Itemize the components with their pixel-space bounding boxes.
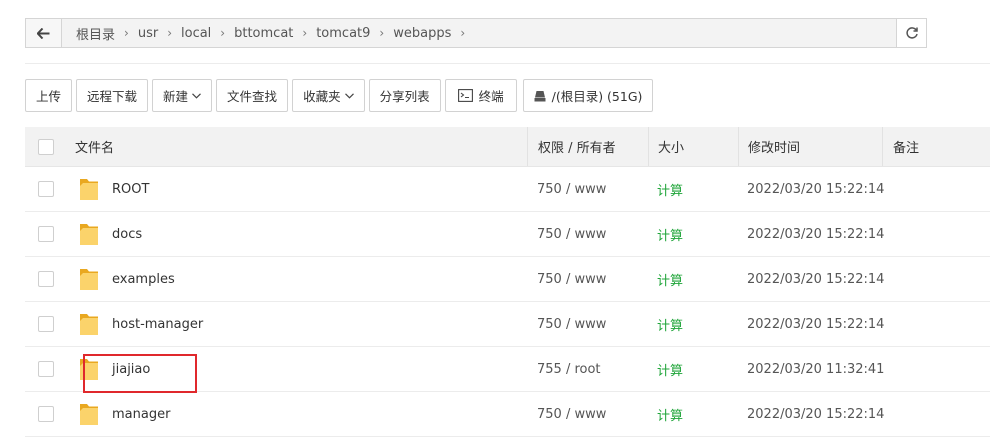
disk-icon xyxy=(534,90,546,102)
checkbox[interactable] xyxy=(38,138,54,155)
back-button[interactable] xyxy=(26,19,62,47)
file-mtime: 2022/03/20 15:22:14 xyxy=(747,271,885,287)
column-divider xyxy=(648,127,649,166)
column-divider xyxy=(738,127,739,166)
folder-icon xyxy=(80,224,98,245)
file-mtime: 2022/03/20 15:22:14 xyxy=(747,181,885,197)
file-permission[interactable]: 750 / www xyxy=(537,257,606,301)
disk-button[interactable]: /(根目录) (51G) xyxy=(522,79,654,112)
file-mtime: 2022/03/20 15:22:14 xyxy=(747,406,885,422)
calculate-size-link[interactable]: 计算 xyxy=(657,257,683,301)
file-mtime: 2022/03/20 15:22:14 xyxy=(747,316,885,332)
terminal-icon xyxy=(457,89,473,102)
row-checkbox[interactable] xyxy=(38,392,54,436)
checkbox[interactable] xyxy=(38,226,54,242)
table-row[interactable]: examples 750 / www 计算 2022/03/20 15:22:1… xyxy=(25,257,990,302)
row-checkbox[interactable] xyxy=(38,347,54,391)
folder-icon xyxy=(80,179,98,200)
table-header: 文件名 权限 / 所有者 大小 修改时间 备注 xyxy=(25,127,990,167)
breadcrumb-item-bttomcat[interactable]: bttomcat › xyxy=(228,26,310,41)
file-mtime: 2022/03/20 15:22:14 xyxy=(747,226,885,242)
chevron-right-icon: › xyxy=(302,26,308,40)
file-permission[interactable]: 750 / www xyxy=(537,167,606,211)
refresh-button[interactable] xyxy=(896,19,926,47)
chevron-right-icon: › xyxy=(124,26,129,40)
calculate-size-link[interactable]: 计算 xyxy=(657,392,683,436)
chevron-down-icon xyxy=(344,92,354,99)
favorites-dropdown-button[interactable]: 收藏夹 xyxy=(292,79,365,112)
file-permission[interactable]: 750 / www xyxy=(537,302,606,346)
checkbox[interactable] xyxy=(38,181,54,197)
share-list-button[interactable]: 分享列表 xyxy=(368,79,441,112)
breadcrumb: 根目录 › usr › local › bttomcat › tomcat9 › weba… xyxy=(62,19,896,47)
upload-button[interactable]: 上传 xyxy=(25,79,73,112)
calculate-size-link[interactable]: 计算 xyxy=(657,167,683,211)
file-name[interactable]: examples xyxy=(112,257,175,301)
calculate-size-link[interactable]: 计算 xyxy=(657,347,683,391)
toolbar: 上传 远程下载 新建 文件查找 收藏夹 分享列表 终端 /(根目录) (51G) xyxy=(25,79,657,112)
refresh-icon xyxy=(905,27,918,39)
table-row[interactable]: host-manager 750 / www 计算 2022/03/20 15:… xyxy=(25,302,990,347)
arrow-left-icon xyxy=(37,27,50,39)
file-permission[interactable]: 750 / www xyxy=(537,392,606,436)
column-header-filename[interactable]: 文件名 xyxy=(75,127,114,166)
file-name[interactable]: manager xyxy=(112,392,170,436)
file-name[interactable]: ROOT xyxy=(112,167,149,211)
column-header-permission[interactable]: 权限 / 所有者 xyxy=(538,127,616,166)
folder-icon xyxy=(80,269,98,290)
chevron-right-icon: › xyxy=(379,26,385,40)
remote-download-button[interactable]: 远程下载 xyxy=(76,79,149,112)
file-name[interactable]: docs xyxy=(112,212,142,256)
row-checkbox[interactable] xyxy=(38,212,54,256)
file-search-button[interactable]: 文件查找 xyxy=(216,79,289,112)
column-divider xyxy=(882,127,883,166)
file-permission[interactable]: 750 / www xyxy=(537,212,606,256)
new-dropdown-button[interactable]: 新建 xyxy=(152,79,213,112)
table-row[interactable]: jiajiao 755 / root 计算 2022/03/20 11:32:4… xyxy=(25,347,990,392)
breadcrumb-item-root[interactable]: 根目录 › xyxy=(70,24,132,43)
address-bar: 根目录 › usr › local › bttomcat › tomcat9 › weba… xyxy=(25,18,927,48)
column-header-note: 备注 xyxy=(893,141,920,156)
breadcrumb-item-local[interactable]: local › xyxy=(175,26,228,41)
calculate-size-link[interactable]: 计算 xyxy=(657,212,683,256)
folder-icon xyxy=(80,404,98,425)
divider xyxy=(25,63,990,64)
terminal-button[interactable]: 终端 xyxy=(444,79,517,112)
column-header-size[interactable]: 大小 xyxy=(658,127,684,166)
checkbox[interactable] xyxy=(38,406,54,422)
column-header-mtime[interactable]: 修改时间 xyxy=(748,127,800,166)
file-mtime: 2022/03/20 11:32:41 xyxy=(747,361,885,377)
column-divider xyxy=(527,127,528,166)
chevron-right-icon: › xyxy=(167,26,172,40)
chevron-right-icon: › xyxy=(460,26,466,40)
file-permission[interactable]: 755 / root xyxy=(537,347,601,391)
select-all-checkbox[interactable] xyxy=(38,127,54,166)
breadcrumb-item-usr[interactable]: usr › xyxy=(132,26,175,41)
calculate-size-link[interactable]: 计算 xyxy=(657,302,683,346)
table-row[interactable]: manager 750 / www 计算 2022/03/20 15:22:14 xyxy=(25,392,990,437)
checkbox[interactable] xyxy=(38,271,54,287)
row-checkbox[interactable] xyxy=(38,167,54,211)
breadcrumb-item-webapps[interactable]: webapps › xyxy=(387,26,468,41)
chevron-down-icon xyxy=(192,92,201,99)
table-row[interactable]: ROOT 750 / www 计算 2022/03/20 15:22:14 xyxy=(25,167,990,212)
checkbox[interactable] xyxy=(38,361,54,377)
chevron-right-icon: › xyxy=(220,26,226,40)
checkbox[interactable] xyxy=(38,316,54,332)
folder-icon xyxy=(80,359,98,380)
breadcrumb-item-tomcat9[interactable]: tomcat9 › xyxy=(310,26,387,41)
row-checkbox[interactable] xyxy=(38,257,54,301)
file-name[interactable]: jiajiao xyxy=(112,347,150,391)
file-name[interactable]: host-manager xyxy=(112,302,203,346)
folder-icon xyxy=(80,314,98,335)
table-row[interactable]: docs 750 / www 计算 2022/03/20 15:22:14 xyxy=(25,212,990,257)
row-checkbox[interactable] xyxy=(38,302,54,346)
